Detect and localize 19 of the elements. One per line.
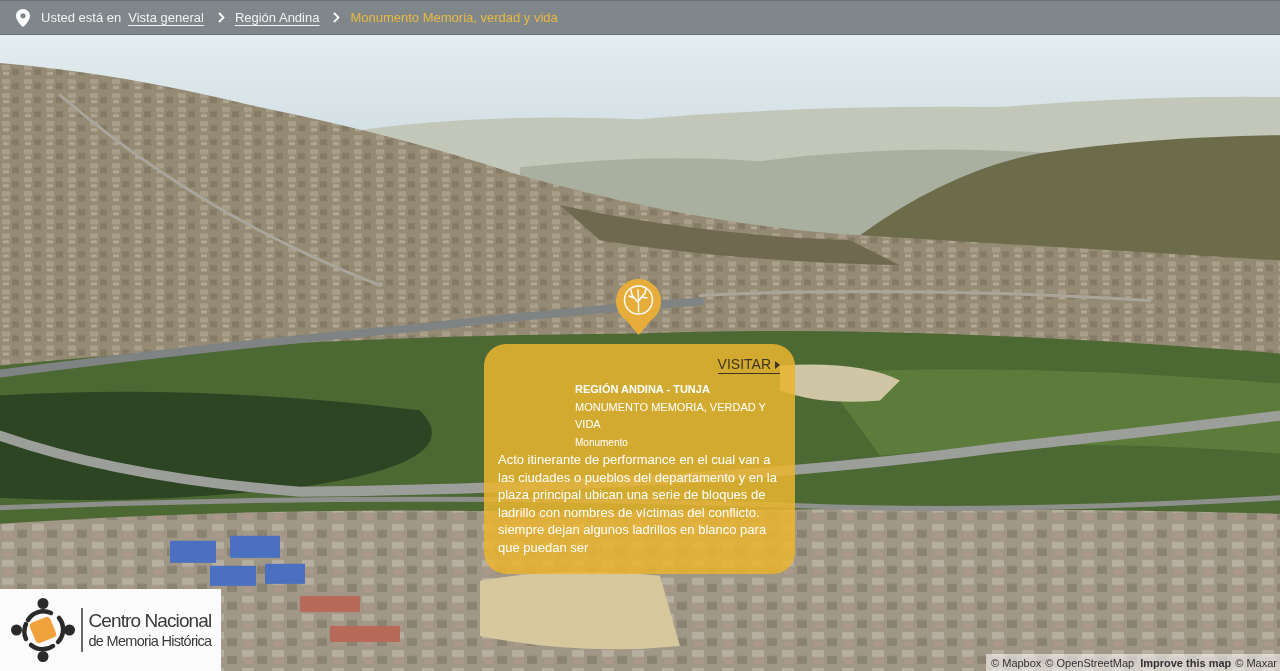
place-type: Monumento — [575, 435, 629, 450]
improve-map-link[interactable]: Improve this map — [1140, 656, 1232, 669]
breadcrumb-prefix: Usted está en — [41, 10, 122, 25]
logo-title: Centro Nacional — [88, 610, 212, 632]
chevron-icon — [333, 12, 341, 23]
attribution-link[interactable]: © Mapbox — [991, 656, 1042, 669]
chevron-icon — [217, 12, 225, 23]
place-description: Acto itinerante de performance en el cual van a las ciudades o pueblos del departamento y en la plaza principal ubican una serie de bloques de ladrillo con nombres de víctimas del conflicto. siempre dejan algunos ladrillos en blanco para que puedan ser — [498, 451, 778, 557]
visit-button[interactable]: VISITAR — [717, 356, 780, 374]
location-pin-icon — [16, 8, 30, 27]
logo-subtitle: de Memoria Histórica — [88, 632, 212, 650]
place-title: MONUMENTO MEMORIA, VERDAD Y VIDA — [575, 399, 767, 432]
map-marker-icon[interactable] — [616, 279, 661, 335]
caret-icon — [775, 360, 780, 369]
current-page-label: Monumento Memoria, verdad y vida — [350, 10, 558, 25]
attribution-link[interactable]: © OpenStreetMap — [1045, 656, 1135, 669]
region-label: REGIÓN ANDINA - TUNJA — [575, 382, 711, 397]
attribution-link[interactable]: © Maxar — [1235, 656, 1277, 669]
logo-icon — [11, 598, 75, 662]
